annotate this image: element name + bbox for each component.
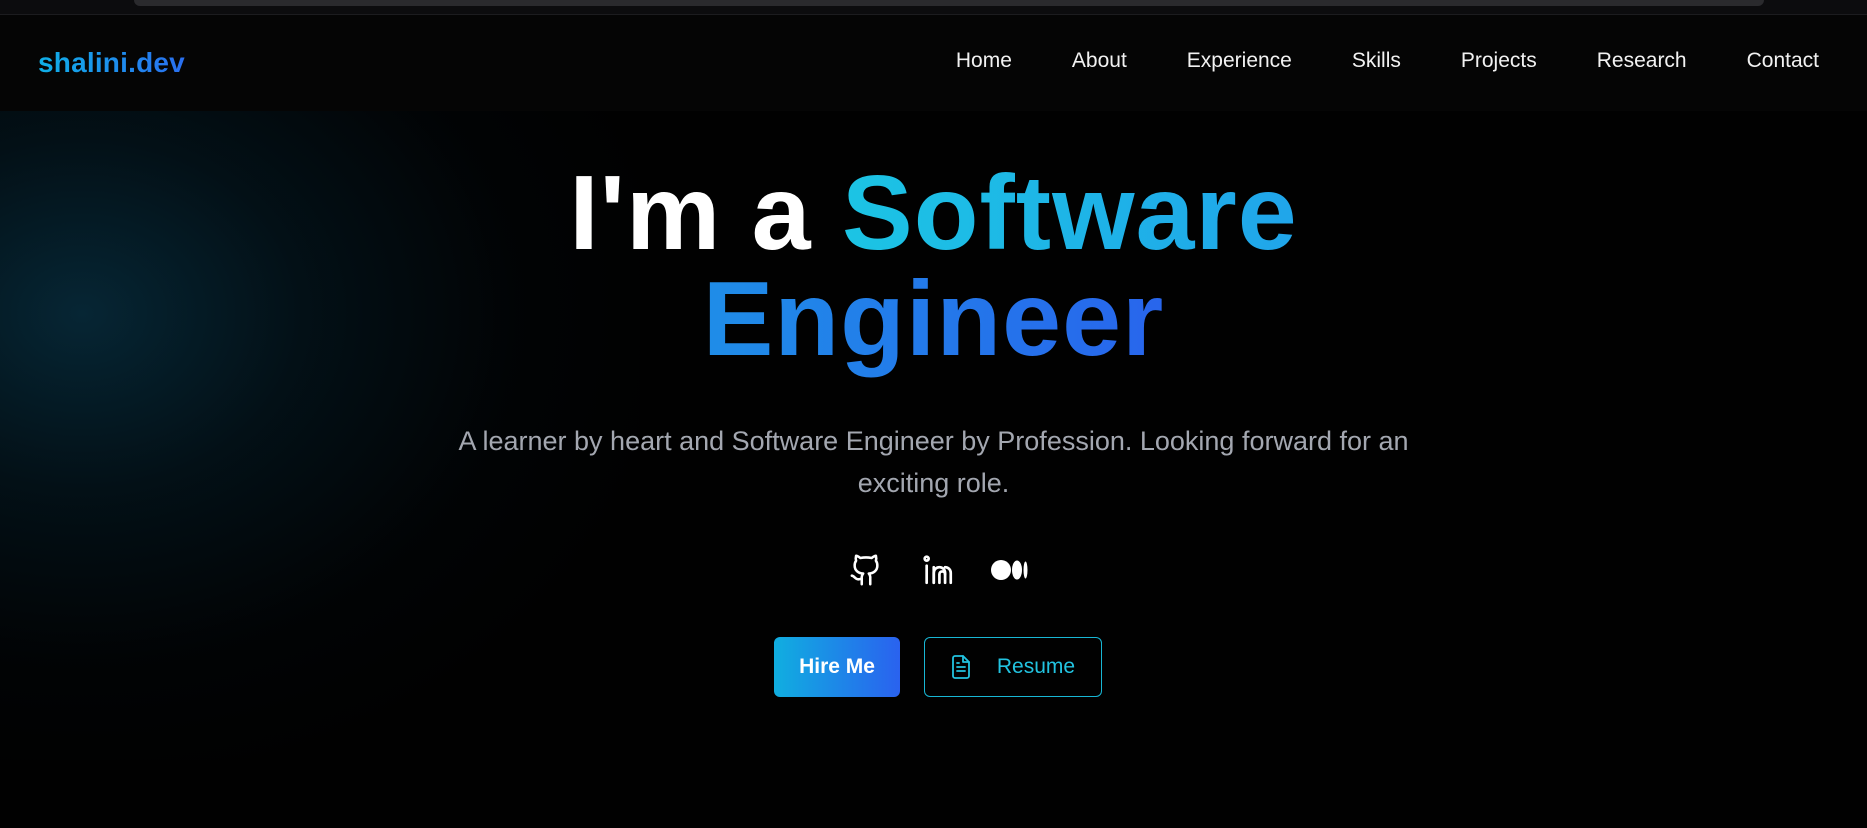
hero-title-line-1: I'm a Software [0,160,1867,266]
github-icon [850,554,879,586]
hero-subtitle-line-1: A learner by heart and Software Engineer… [458,426,1409,456]
hero-title: I'm a Software Engineer [0,160,1867,372]
medium-icon [991,560,1028,580]
horizontal-scrollbar[interactable] [134,0,1764,6]
browser-top-strip [0,0,1867,15]
hire-me-button[interactable]: Hire Me [774,637,900,697]
hero-title-line-2: Engineer [0,266,1867,372]
github-link[interactable] [846,550,886,590]
medium-link[interactable] [990,550,1030,590]
site-logo[interactable]: shalini.dev [38,47,185,79]
nav-link-experience[interactable]: Experience [1187,49,1292,73]
background-glow [0,40,640,760]
hero-subtitle: A learner by heart and Software Engineer… [0,420,1867,504]
nav-link-contact[interactable]: Contact [1747,49,1819,73]
resume-button[interactable]: Resume [924,637,1102,697]
social-links [846,550,1028,590]
nav-links: Home About Experience Skills Projects Re… [896,49,1819,73]
navbar: shalini.dev Home About Experience Skills… [0,15,1867,111]
hero-subtitle-line-2: exciting role. [857,468,1010,498]
hero-highlight-engineer: Engineer [702,260,1165,378]
document-icon [951,655,970,679]
nav-link-skills[interactable]: Skills [1352,49,1401,73]
hero-highlight-software: Software [842,154,1298,272]
linkedin-icon [923,555,953,585]
nav-link-about[interactable]: About [1072,49,1127,73]
nav-link-research[interactable]: Research [1597,49,1687,73]
resume-button-label: Resume [996,655,1076,678]
linkedin-link[interactable] [918,550,958,590]
hero-prefix: I'm a [569,154,843,272]
nav-link-projects[interactable]: Projects [1461,49,1537,73]
page: shalini.dev Home About Experience Skills… [0,0,1867,828]
nav-link-home[interactable]: Home [956,49,1012,73]
